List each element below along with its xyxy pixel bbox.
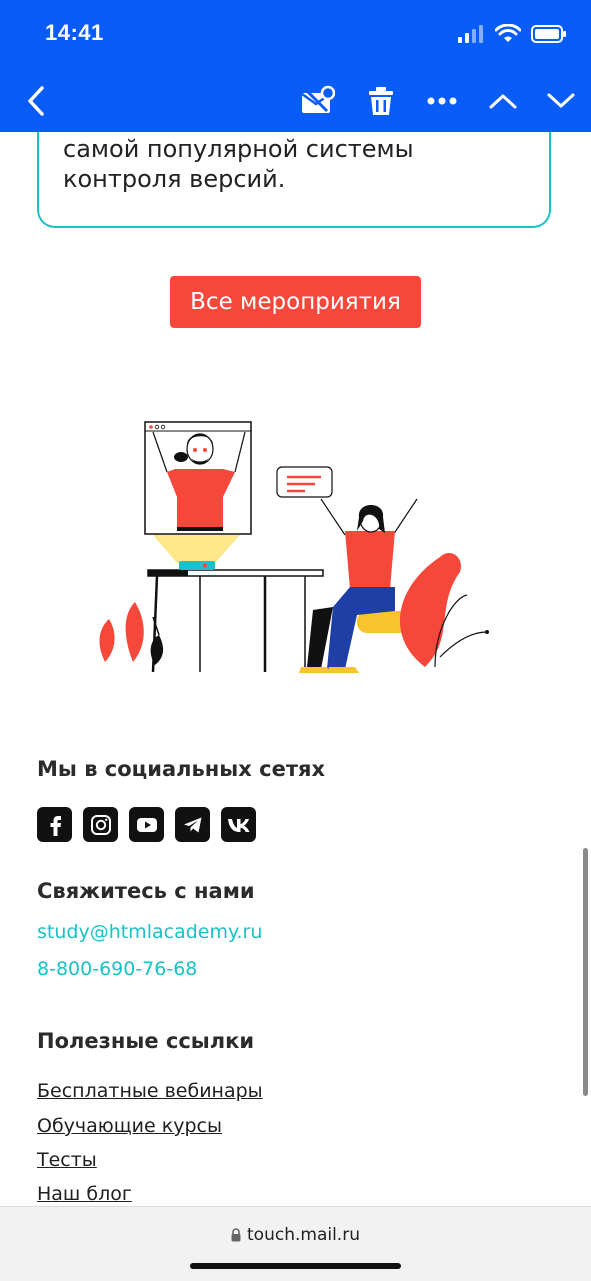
useful-links-title: Полезные ссылки — [37, 1029, 255, 1053]
status-bar: 14:41 — [0, 0, 591, 70]
wifi-icon — [495, 24, 521, 42]
chevron-down-icon — [547, 93, 575, 108]
status-icons — [457, 24, 567, 44]
link-tests[interactable]: Тесты — [37, 1149, 97, 1171]
webinar-illustration — [99, 421, 489, 673]
more-button[interactable] — [424, 70, 460, 132]
battery-icon — [531, 25, 566, 43]
lock-icon — [231, 1228, 241, 1242]
mark-unread-icon — [301, 85, 335, 113]
chevron-left-icon — [28, 86, 44, 116]
trash-icon — [369, 87, 393, 115]
address-bar[interactable]: touch.mail.ru — [0, 1225, 591, 1245]
scrollbar[interactable] — [583, 848, 588, 1096]
browser-bottom-bar: touch.mail.ru — [0, 1206, 591, 1281]
more-icon — [427, 97, 457, 105]
contact-email-link[interactable]: study@htmlacademy.ru — [37, 921, 262, 943]
home-indicator — [190, 1263, 401, 1269]
social-section-title: Мы в социальных сетях — [37, 757, 326, 781]
facebook-icon[interactable] — [37, 807, 72, 842]
chevron-up-icon — [489, 94, 517, 109]
youtube-icon[interactable] — [129, 807, 164, 842]
link-training-courses[interactable]: Обучающие курсы — [37, 1115, 222, 1137]
link-blog[interactable]: Наш блог — [37, 1183, 132, 1205]
event-card: самой популярной системы контроля версий… — [37, 132, 551, 228]
vk-icon[interactable] — [221, 807, 256, 842]
email-body: самой популярной системы контроля версий… — [0, 132, 591, 1206]
contact-phone-link[interactable]: 8-800-690-76-68 — [37, 958, 197, 980]
event-card-text: самой популярной системы контроля версий… — [63, 135, 414, 193]
contact-section-title: Свяжитесь с нами — [37, 879, 255, 903]
instagram-icon[interactable] — [83, 807, 118, 842]
link-free-webinars[interactable]: Бесплатные вебинары — [37, 1080, 263, 1102]
next-message-button[interactable] — [544, 70, 578, 132]
mail-toolbar — [0, 70, 591, 132]
mark-unread-button[interactable] — [298, 70, 336, 132]
status-time: 14:41 — [45, 20, 104, 45]
telegram-icon[interactable] — [175, 807, 210, 842]
social-icons — [37, 807, 256, 842]
all-events-button[interactable]: Все мероприятия — [170, 276, 421, 328]
previous-message-button[interactable] — [486, 70, 520, 132]
back-button[interactable] — [18, 70, 54, 132]
delete-button[interactable] — [364, 70, 398, 132]
url-text: touch.mail.ru — [247, 1225, 360, 1245]
signal-icon — [458, 25, 483, 43]
